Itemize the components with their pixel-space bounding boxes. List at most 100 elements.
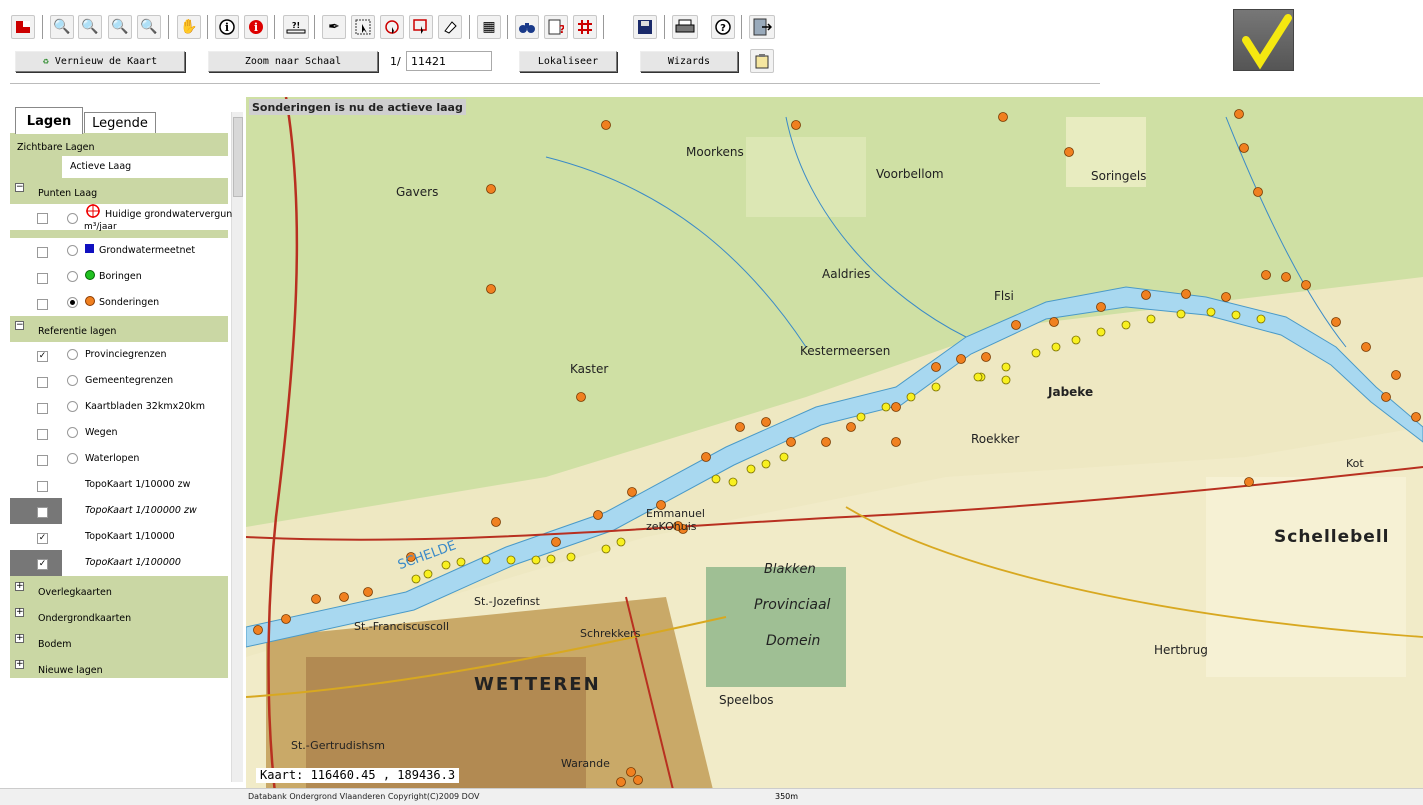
grid-icon[interactable] xyxy=(573,15,597,39)
scale-bar-label: 350m xyxy=(775,792,799,801)
zoom-out-icon[interactable]: 🔍 xyxy=(78,15,102,39)
place-label: Aaldries xyxy=(822,267,871,281)
tab-legende[interactable]: Legende xyxy=(84,112,156,134)
select-tool-icon[interactable]: ✒ xyxy=(322,15,346,39)
separator xyxy=(274,15,275,39)
zoom-to-scale-button[interactable]: Zoom naar Schaal xyxy=(208,51,378,72)
expand-new-toggle[interactable]: + xyxy=(15,660,24,669)
layer-label: Waterlopen xyxy=(85,453,140,464)
layer-label: Boringen xyxy=(99,271,142,282)
expand-subsurface-toggle[interactable]: + xyxy=(15,608,24,617)
expand-overlay-toggle[interactable]: + xyxy=(15,582,24,591)
ref-layer-row: ✓ TopoKaart 1/10000 xyxy=(10,524,228,550)
save-icon[interactable] xyxy=(633,15,657,39)
layer-checkbox[interactable] xyxy=(37,455,48,466)
place-label: Domein xyxy=(766,633,821,649)
help-icon[interactable]: ? xyxy=(711,15,735,39)
calculator-icon[interactable]: ▦ xyxy=(477,15,501,39)
layer-checkbox[interactable] xyxy=(37,429,48,440)
layer-row-grondwatermeetnet: Grondwatermeetnet xyxy=(10,238,228,264)
green-circle-icon xyxy=(85,270,95,280)
layer-checkbox[interactable] xyxy=(37,481,48,492)
svg-text:?!: ?! xyxy=(292,21,300,30)
map-icon[interactable] xyxy=(11,15,35,39)
group-subsurface-label: Ondergrondkaarten xyxy=(38,613,132,624)
separator xyxy=(664,15,665,39)
layer-checkbox[interactable] xyxy=(37,299,48,310)
ref-layer-row: Wegen xyxy=(10,420,228,446)
pan-hand-icon[interactable]: ✋ xyxy=(177,15,201,39)
zoom-select-icon[interactable]: 🔍 xyxy=(137,15,161,39)
place-label: Kot xyxy=(1346,457,1364,470)
zoom-in-icon[interactable]: 🔍 xyxy=(50,15,74,39)
print-icon[interactable] xyxy=(672,15,698,39)
ref-layer-row: TopoKaart 1/100000 zw xyxy=(10,498,228,524)
layer-checkbox[interactable] xyxy=(37,213,48,224)
collapse-reference-toggle[interactable]: − xyxy=(15,321,24,330)
locate-button[interactable]: Lokaliseer xyxy=(519,51,617,72)
select-box-icon[interactable] xyxy=(409,15,433,39)
layer-checkbox[interactable]: ✓ xyxy=(37,351,48,362)
layer-label: TopoKaart 1/100000 zw xyxy=(85,505,197,516)
active-layer-radio[interactable] xyxy=(67,349,78,360)
place-label: St.-Franciscuscoll xyxy=(354,620,449,633)
layer-checkbox[interactable] xyxy=(37,507,48,518)
info-red-icon[interactable]: i xyxy=(244,15,268,39)
separator xyxy=(207,15,208,39)
layer-checkbox[interactable] xyxy=(37,247,48,258)
place-label: Warande xyxy=(561,757,610,770)
scale-input[interactable] xyxy=(406,51,492,71)
exit-icon[interactable] xyxy=(749,15,775,39)
layer-checkbox[interactable]: ✓ xyxy=(37,533,48,544)
query-icon[interactable]: ? xyxy=(544,15,568,39)
ref-layer-row: Waterlopen xyxy=(10,446,228,472)
layer-checkbox[interactable]: ✓ xyxy=(37,559,48,570)
place-label: Voorbellom xyxy=(876,167,944,181)
horizontal-scrollbar[interactable] xyxy=(0,788,1423,805)
place-label: Gavers xyxy=(396,185,439,199)
layer-label: Wegen xyxy=(85,427,118,438)
active-layer-radio[interactable] xyxy=(67,375,78,386)
active-layer-radio[interactable] xyxy=(67,427,78,438)
zoom-extent-icon[interactable]: 🔍 xyxy=(108,15,132,39)
svg-text:?: ? xyxy=(559,23,564,35)
place-label: Soringels xyxy=(1091,169,1147,183)
active-layer-radio[interactable] xyxy=(67,271,78,282)
map-canvas[interactable]: Moorkens Gavers Voorbellom Soringels Aal… xyxy=(246,97,1423,802)
active-layer-radio[interactable] xyxy=(67,401,78,412)
copyright: Databank Ondergrond Vlaanderen Copyright… xyxy=(248,792,480,801)
tab-lagen[interactable]: Lagen xyxy=(15,107,83,134)
sidebar-scrollbar[interactable] xyxy=(231,112,243,782)
layer-checkbox[interactable] xyxy=(37,273,48,284)
ref-layer-row: Kaartbladen 32kmx20km xyxy=(10,394,228,420)
select-circle-icon[interactable] xyxy=(380,15,404,39)
active-layer-radio[interactable] xyxy=(67,453,78,464)
layer-checkbox[interactable] xyxy=(37,377,48,388)
layer-label: Kaartbladen 32kmx20km xyxy=(85,401,206,412)
active-layer-radio-selected[interactable] xyxy=(67,297,78,308)
place-label: Jabeke xyxy=(1048,385,1094,399)
refresh-map-button[interactable]: ♻ Vernieuw de Kaart xyxy=(15,51,185,72)
binoculars-icon[interactable] xyxy=(515,15,539,39)
place-label: Schrekkers xyxy=(580,627,641,640)
place-label: Kaster xyxy=(570,362,609,376)
active-layer-radio[interactable] xyxy=(67,213,78,224)
wizards-button[interactable]: Wizards xyxy=(640,51,738,72)
clipboard-icon[interactable] xyxy=(750,49,774,73)
scale-prefix: 1/ xyxy=(390,55,401,68)
layer-label: TopoKaart 1/10000 xyxy=(85,531,175,542)
collapse-points-toggle[interactable]: − xyxy=(15,183,24,192)
group-soil-label: Bodem xyxy=(38,639,72,650)
place-label: Provinciaal xyxy=(754,597,831,613)
active-layer-banner: Sonderingen is nu de actieve laag xyxy=(249,99,466,115)
measure-icon[interactable]: ?! xyxy=(283,15,309,39)
select-arrow-icon[interactable] xyxy=(351,15,375,39)
ref-layer-row: ✓ Provinciegrenzen xyxy=(10,342,228,368)
red-target-icon xyxy=(86,204,100,218)
expand-soil-toggle[interactable]: + xyxy=(15,634,24,643)
active-layer-radio[interactable] xyxy=(67,245,78,256)
eraser-icon[interactable] xyxy=(438,15,462,39)
layer-label: Huidige grondwatervergun xyxy=(105,209,233,220)
layer-checkbox[interactable] xyxy=(37,403,48,414)
info-icon[interactable]: i xyxy=(215,15,239,39)
